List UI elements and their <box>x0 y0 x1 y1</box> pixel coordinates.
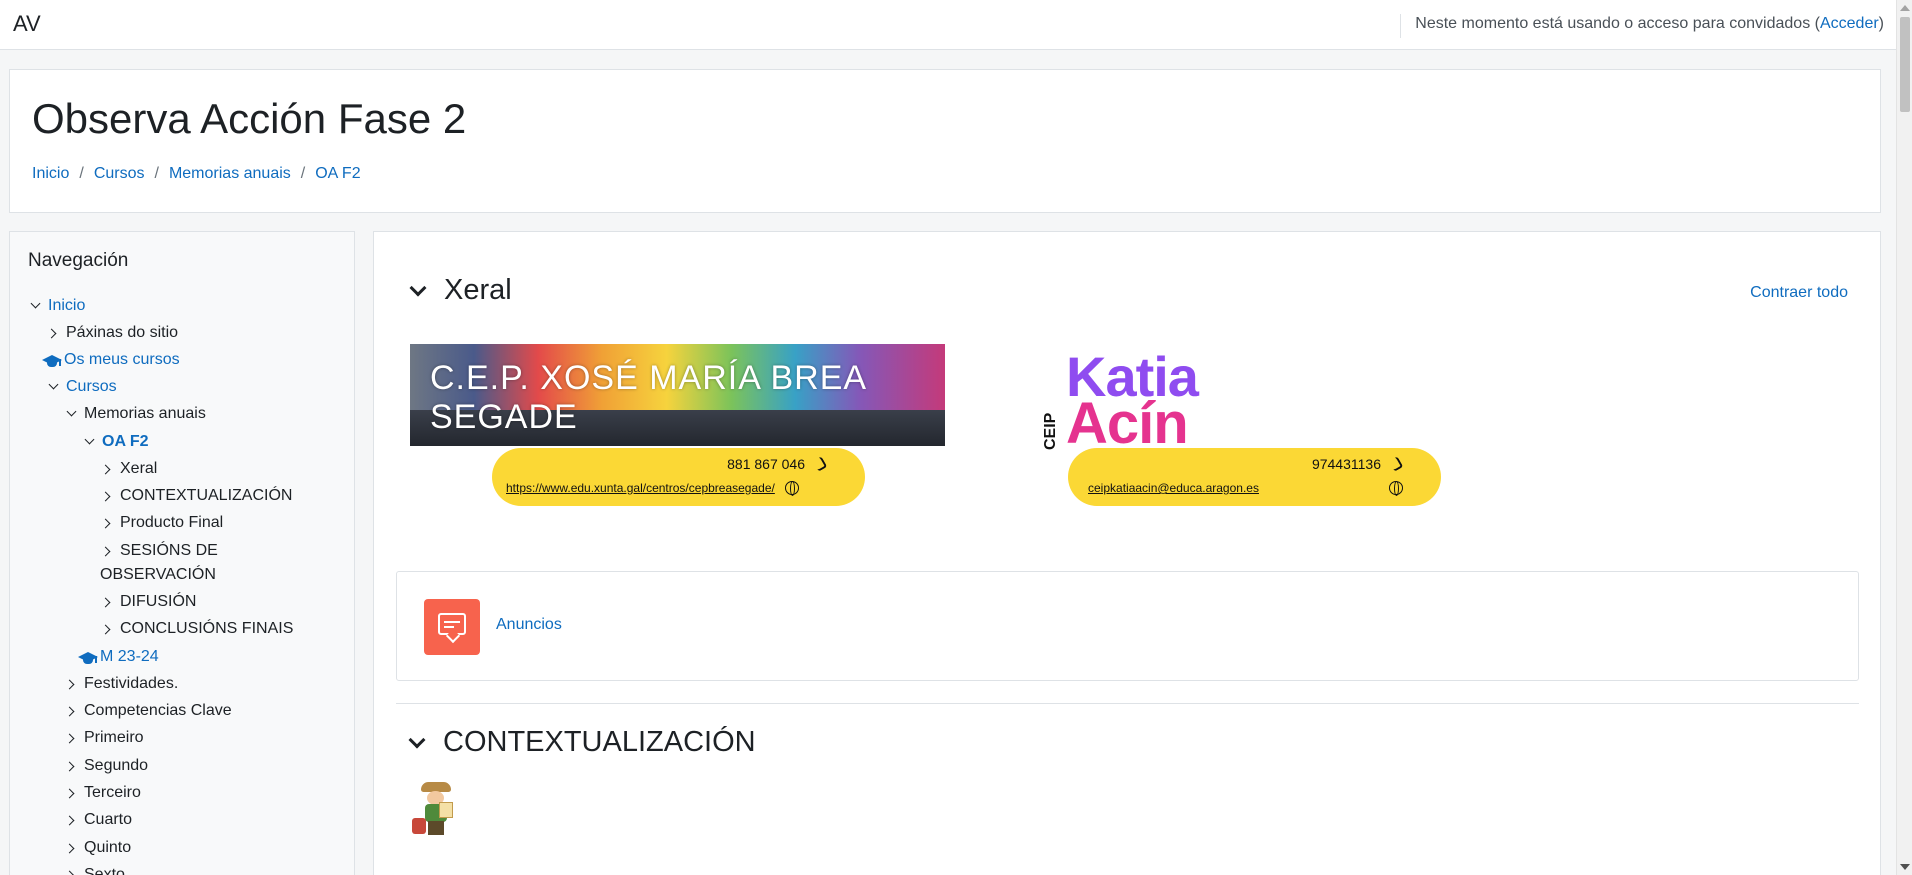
chevron-right-icon[interactable] <box>100 622 114 636</box>
activity-forum[interactable]: Anuncios <box>396 571 1859 681</box>
contact-pill: 974431136 ceipkatiaacin@educa.aragon.es <box>1068 448 1441 506</box>
page-title: Observa Acción Fase 2 <box>32 95 467 142</box>
section-title[interactable]: CONTEXTUALIZACIÓN <box>443 726 756 759</box>
chevron-down-icon[interactable] <box>82 435 96 449</box>
chevron-down-icon[interactable] <box>405 732 427 754</box>
nav-item-difusion[interactable]: DIFUSIÓN <box>100 591 196 613</box>
navigation-block: Navegación Inicio Páxinas do sitio Os me… <box>9 231 355 875</box>
nav-item-sexto[interactable]: Sexto <box>64 864 125 875</box>
school-name-line2: Acín <box>1066 391 1189 456</box>
chevron-right-icon[interactable] <box>46 326 60 340</box>
section-title[interactable]: Xeral <box>444 274 512 307</box>
nav-item-producto-final[interactable]: Producto Final <box>100 512 223 534</box>
section-header-xeral[interactable]: Xeral <box>406 274 512 307</box>
nav-item-terceiro[interactable]: Terceiro <box>64 782 141 804</box>
nav-item-annual-reports[interactable]: Memorias anuais <box>64 403 206 425</box>
school-web: https://www.edu.xunta.gal/centros/cepbre… <box>506 481 799 496</box>
breadcrumb-home[interactable]: Inicio <box>32 165 69 183</box>
navigation-title: Navegación <box>28 250 129 271</box>
scrollbar-thumb[interactable] <box>1900 17 1910 112</box>
phone-icon <box>812 456 828 472</box>
chevron-down-icon[interactable] <box>46 380 60 394</box>
chevron-down-icon[interactable] <box>406 280 428 302</box>
breadcrumb-course[interactable]: OA F2 <box>315 165 360 183</box>
collapse-all-link[interactable]: Contraer todo <box>1750 284 1848 302</box>
graduation-cap-icon <box>78 650 98 664</box>
school-banner-katia: Katia Acín CEIP 974431136 ceipkatiaacin@… <box>1036 344 1456 509</box>
nav-item-competencias[interactable]: Competencias Clave <box>64 700 232 722</box>
nav-item-sesions-line2[interactable]: OBSERVACIÓN <box>100 564 216 586</box>
chevron-right-icon[interactable] <box>100 462 114 476</box>
site-brand[interactable]: AV <box>13 11 41 37</box>
chevron-right-icon[interactable] <box>64 813 78 827</box>
top-navbar: AV Neste momento está usando o acceso pa… <box>0 0 1896 50</box>
nav-item-contextualizacion[interactable]: CONTEXTUALIZACIÓN <box>100 485 292 507</box>
forum-icon[interactable] <box>424 599 480 655</box>
nav-item-courses[interactable]: Cursos <box>46 376 117 398</box>
chevron-right-icon[interactable] <box>100 544 114 558</box>
course-content: Xeral Contraer todo C.E.P. XOSÉ MARÍA BR… <box>373 231 1881 875</box>
nav-item-quinto[interactable]: Quinto <box>64 837 131 859</box>
nav-item-sesions[interactable]: SESIÓNS DE <box>100 540 218 562</box>
chevron-right-icon[interactable] <box>100 595 114 609</box>
chevron-right-icon[interactable] <box>64 731 78 745</box>
breadcrumb-separator: / <box>300 165 306 182</box>
chevron-right-icon[interactable] <box>100 489 114 503</box>
nav-item-cuarto[interactable]: Cuarto <box>64 809 132 831</box>
nav-item-oa-f2[interactable]: OA F2 <box>82 431 149 453</box>
school-phone: 881 867 046 <box>727 456 828 472</box>
guest-notice-text: Neste momento está usando o acceso para … <box>1415 15 1820 32</box>
nav-item-m-23-24[interactable]: M 23-24 <box>78 646 159 668</box>
section-divider <box>396 703 1859 704</box>
nav-item-my-courses[interactable]: Os meus cursos <box>42 349 180 371</box>
scroll-up-icon[interactable] <box>1900 5 1910 11</box>
vertical-scrollbar[interactable] <box>1896 0 1912 875</box>
chevron-down-icon[interactable] <box>64 407 78 421</box>
chevron-right-icon[interactable] <box>64 704 78 718</box>
chevron-right-icon[interactable] <box>64 759 78 773</box>
guest-notice: Neste momento está usando o acceso para … <box>1400 14 1884 38</box>
nav-item-festividades[interactable]: Festividades. <box>64 673 178 695</box>
contact-pill: 881 867 046 https://www.edu.xunta.gal/ce… <box>492 448 865 506</box>
school-prefix: CEIP <box>1042 412 1059 450</box>
breadcrumb-separator: / <box>154 165 159 182</box>
school-email: ceipkatiaacin@educa.aragon.es <box>1088 481 1403 496</box>
guest-notice-close: ) <box>1878 15 1884 32</box>
chevron-right-icon[interactable] <box>64 868 78 875</box>
school-phone: 974431136 <box>1312 456 1404 472</box>
graduation-cap-icon <box>42 353 62 367</box>
phone-icon <box>1388 456 1404 472</box>
chevron-right-icon[interactable] <box>64 841 78 855</box>
globe-icon <box>1388 481 1403 496</box>
forum-name-link[interactable]: Anuncios <box>496 616 562 634</box>
nav-item-xeral[interactable]: Xeral <box>100 458 157 480</box>
chevron-down-icon[interactable] <box>28 299 42 313</box>
breadcrumb: Inicio / Cursos / Memorias anuais / OA F… <box>32 165 361 183</box>
breadcrumb-category[interactable]: Memorias anuais <box>169 165 291 183</box>
explorer-illustration-icon[interactable] <box>409 780 463 838</box>
school-banner-brea: C.E.P. XOSÉ MARÍA BREA SEGADE 881 867 04… <box>410 344 945 509</box>
breadcrumb-courses[interactable]: Cursos <box>94 165 145 183</box>
nav-item-home[interactable]: Inicio <box>28 295 85 317</box>
page-header: Observa Acción Fase 2 Inicio / Cursos / … <box>9 69 1881 213</box>
chevron-right-icon[interactable] <box>100 516 114 530</box>
breadcrumb-separator: / <box>79 165 84 182</box>
scroll-down-icon[interactable] <box>1900 864 1910 870</box>
nav-item-segundo[interactable]: Segundo <box>64 755 148 777</box>
login-link[interactable]: Acceder <box>1820 15 1879 32</box>
chevron-right-icon[interactable] <box>64 677 78 691</box>
nav-item-primeiro[interactable]: Primeiro <box>64 727 144 749</box>
nav-item-site-pages[interactable]: Páxinas do sitio <box>46 322 178 344</box>
school-photo: C.E.P. XOSÉ MARÍA BREA SEGADE <box>410 344 945 446</box>
globe-icon <box>784 481 799 496</box>
school-name: C.E.P. XOSÉ MARÍA BREA SEGADE <box>430 359 866 436</box>
nav-item-conclusions[interactable]: CONCLUSIÓNS FINAIS <box>100 618 293 640</box>
section-header-contextualizacion[interactable]: CONTEXTUALIZACIÓN <box>405 726 756 759</box>
chevron-right-icon[interactable] <box>64 786 78 800</box>
